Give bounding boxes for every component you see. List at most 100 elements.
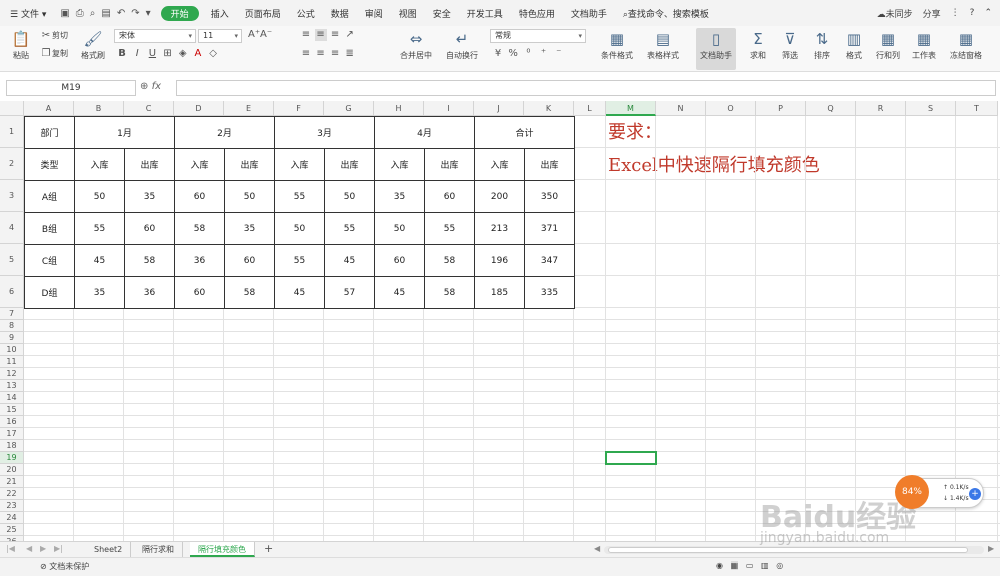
table-cell[interactable]: 55 bbox=[274, 244, 325, 277]
tab-insert[interactable]: 插入 bbox=[203, 7, 237, 20]
align-middle-icon[interactable]: ≡ bbox=[314, 29, 327, 41]
more-options-icon[interactable]: ⋮ bbox=[951, 8, 960, 18]
command-search[interactable]: ⌕查找命令、搜索模板 bbox=[615, 7, 717, 20]
table-cell[interactable]: 55 bbox=[274, 180, 325, 213]
row-header-10[interactable]: 10 bbox=[0, 344, 24, 356]
currency-icon[interactable]: ¥ bbox=[492, 48, 504, 60]
table-cell[interactable]: 50 bbox=[374, 212, 425, 245]
share-button[interactable]: 分享 bbox=[923, 7, 941, 20]
table-cell[interactable]: 45 bbox=[374, 276, 425, 309]
table-cell[interactable]: 347 bbox=[524, 244, 575, 277]
sum-button[interactable]: Σ 求和 bbox=[742, 28, 774, 70]
table-cell[interactable]: 60 bbox=[424, 180, 475, 213]
align-bottom-icon[interactable]: ≡ bbox=[329, 29, 341, 41]
align-top-icon[interactable]: ≡ bbox=[300, 29, 312, 41]
merge-center-button[interactable]: ⇔ 合并居中 bbox=[394, 28, 438, 70]
clear-format-icon[interactable]: ◇ bbox=[207, 48, 219, 60]
first-sheet-icon[interactable]: |◀ bbox=[6, 544, 15, 553]
column-header-r[interactable]: R bbox=[856, 101, 906, 116]
tab-doc-assistant[interactable]: 文档助手 bbox=[563, 7, 615, 20]
table-header-cell[interactable]: 类型 bbox=[24, 148, 75, 181]
table-cell[interactable]: 50 bbox=[224, 180, 275, 213]
table-header-cell[interactable]: 入库 bbox=[174, 148, 225, 181]
horizontal-scrollbar[interactable] bbox=[604, 546, 984, 554]
table-cell[interactable]: 45 bbox=[74, 244, 125, 277]
table-cell[interactable]: 335 bbox=[524, 276, 575, 309]
font-color-icon[interactable]: A bbox=[192, 48, 204, 60]
column-header-j[interactable]: J bbox=[474, 101, 524, 116]
network-speed-widget[interactable]: 84% ↑ 0.1K/s ↓ 1.4K/s + bbox=[895, 475, 984, 509]
format-painter-button[interactable]: 🖌 格式刷 bbox=[74, 28, 112, 70]
table-header-cell[interactable]: 入库 bbox=[474, 148, 525, 181]
last-sheet-icon[interactable]: ▶| bbox=[54, 544, 63, 553]
column-header-q[interactable]: Q bbox=[806, 101, 856, 116]
decrease-decimal-icon[interactable]: ⁻ bbox=[553, 48, 565, 60]
worksheet-button[interactable]: ▦ 工作表 bbox=[906, 28, 942, 70]
sort-button[interactable]: ⇅ 排序 bbox=[806, 28, 838, 70]
table-cell[interactable]: 35 bbox=[124, 180, 175, 213]
row-header-18[interactable]: 18 bbox=[0, 440, 24, 452]
table-header-cell[interactable]: 出库 bbox=[324, 148, 375, 181]
table-header-cell[interactable]: 部门 bbox=[24, 116, 75, 149]
table-cell[interactable]: 50 bbox=[324, 180, 375, 213]
next-sheet-icon[interactable]: ▶ bbox=[40, 544, 46, 553]
print-preview-icon[interactable]: ⌕ bbox=[90, 8, 96, 19]
zoom-icon[interactable]: ⊕ bbox=[140, 81, 148, 92]
scrollbar-thumb[interactable] bbox=[608, 547, 968, 553]
tab-security[interactable]: 安全 bbox=[425, 7, 459, 20]
row-header-22[interactable]: 22 bbox=[0, 488, 24, 500]
table-header-cell[interactable]: 入库 bbox=[274, 148, 325, 181]
column-header-e[interactable]: E bbox=[224, 101, 274, 116]
tab-view[interactable]: 视图 bbox=[391, 7, 425, 20]
page-layout-view-icon[interactable]: ▭ bbox=[746, 561, 754, 570]
table-cell[interactable]: 213 bbox=[474, 212, 525, 245]
increase-decimal-icon[interactable]: ⁺ bbox=[538, 48, 550, 60]
table-cell[interactable]: D组 bbox=[24, 276, 75, 309]
align-right-icon[interactable]: ≡ bbox=[329, 48, 341, 60]
fx-icon[interactable]: fx bbox=[152, 81, 161, 92]
tab-review[interactable]: 审阅 bbox=[357, 7, 391, 20]
row-header-13[interactable]: 13 bbox=[0, 380, 24, 392]
table-cell[interactable]: B组 bbox=[24, 212, 75, 245]
row-header-3[interactable]: 3 bbox=[0, 180, 24, 212]
table-header-cell[interactable]: 入库 bbox=[74, 148, 125, 181]
row-header-1[interactable]: 1 bbox=[0, 116, 24, 148]
memory-ball[interactable]: 84% bbox=[895, 475, 929, 509]
help-icon[interactable]: ? bbox=[970, 8, 975, 18]
border-icon[interactable]: ⊞ bbox=[162, 48, 174, 60]
doc-assistant-button[interactable]: ▯ 文档助手 bbox=[696, 28, 736, 70]
table-header-cell[interactable]: 2月 bbox=[174, 116, 275, 149]
table-cell[interactable]: 58 bbox=[424, 244, 475, 277]
row-header-21[interactable]: 21 bbox=[0, 476, 24, 488]
normal-view-icon[interactable]: ▦ bbox=[730, 561, 739, 570]
scroll-right-icon[interactable]: ▶ bbox=[988, 544, 994, 553]
fill-color-icon[interactable]: ◈ bbox=[177, 48, 189, 60]
tab-formula[interactable]: 公式 bbox=[289, 7, 323, 20]
sheet-tab-sheet2[interactable]: Sheet2 bbox=[86, 542, 132, 557]
table-style-button[interactable]: ▤ 表格样式 bbox=[642, 28, 684, 70]
tab-developer[interactable]: 开发工具 bbox=[459, 7, 511, 20]
conditional-format-button[interactable]: ▦ 条件格式 bbox=[596, 28, 638, 70]
table-cell[interactable]: 58 bbox=[224, 276, 275, 309]
italic-icon[interactable]: I bbox=[131, 48, 143, 60]
table-header-cell[interactable]: 合计 bbox=[474, 116, 575, 149]
justify-icon[interactable]: ≣ bbox=[344, 48, 356, 60]
reading-mode-icon[interactable]: ◎ bbox=[776, 561, 783, 570]
table-cell[interactable]: 55 bbox=[74, 212, 125, 245]
number-format-select[interactable]: 常规 ▾ bbox=[490, 29, 586, 43]
eye-icon[interactable]: ◉ bbox=[716, 561, 723, 570]
table-cell[interactable]: 60 bbox=[224, 244, 275, 277]
column-header-b[interactable]: B bbox=[74, 101, 124, 116]
row-header-4[interactable]: 4 bbox=[0, 212, 24, 244]
column-header-f[interactable]: F bbox=[274, 101, 324, 116]
tab-home[interactable]: 开始 bbox=[160, 5, 199, 21]
table-cell[interactable]: 350 bbox=[524, 180, 575, 213]
table-cell[interactable]: 35 bbox=[74, 276, 125, 309]
page-break-view-icon[interactable]: ▥ bbox=[761, 561, 769, 570]
table-cell[interactable]: 60 bbox=[174, 276, 225, 309]
format-button[interactable]: ▥ 格式 bbox=[838, 28, 870, 70]
column-header-k[interactable]: K bbox=[524, 101, 574, 116]
table-cell[interactable]: 371 bbox=[524, 212, 575, 245]
tab-data[interactable]: 数据 bbox=[323, 7, 357, 20]
row-header-7[interactable]: 7 bbox=[0, 308, 24, 320]
